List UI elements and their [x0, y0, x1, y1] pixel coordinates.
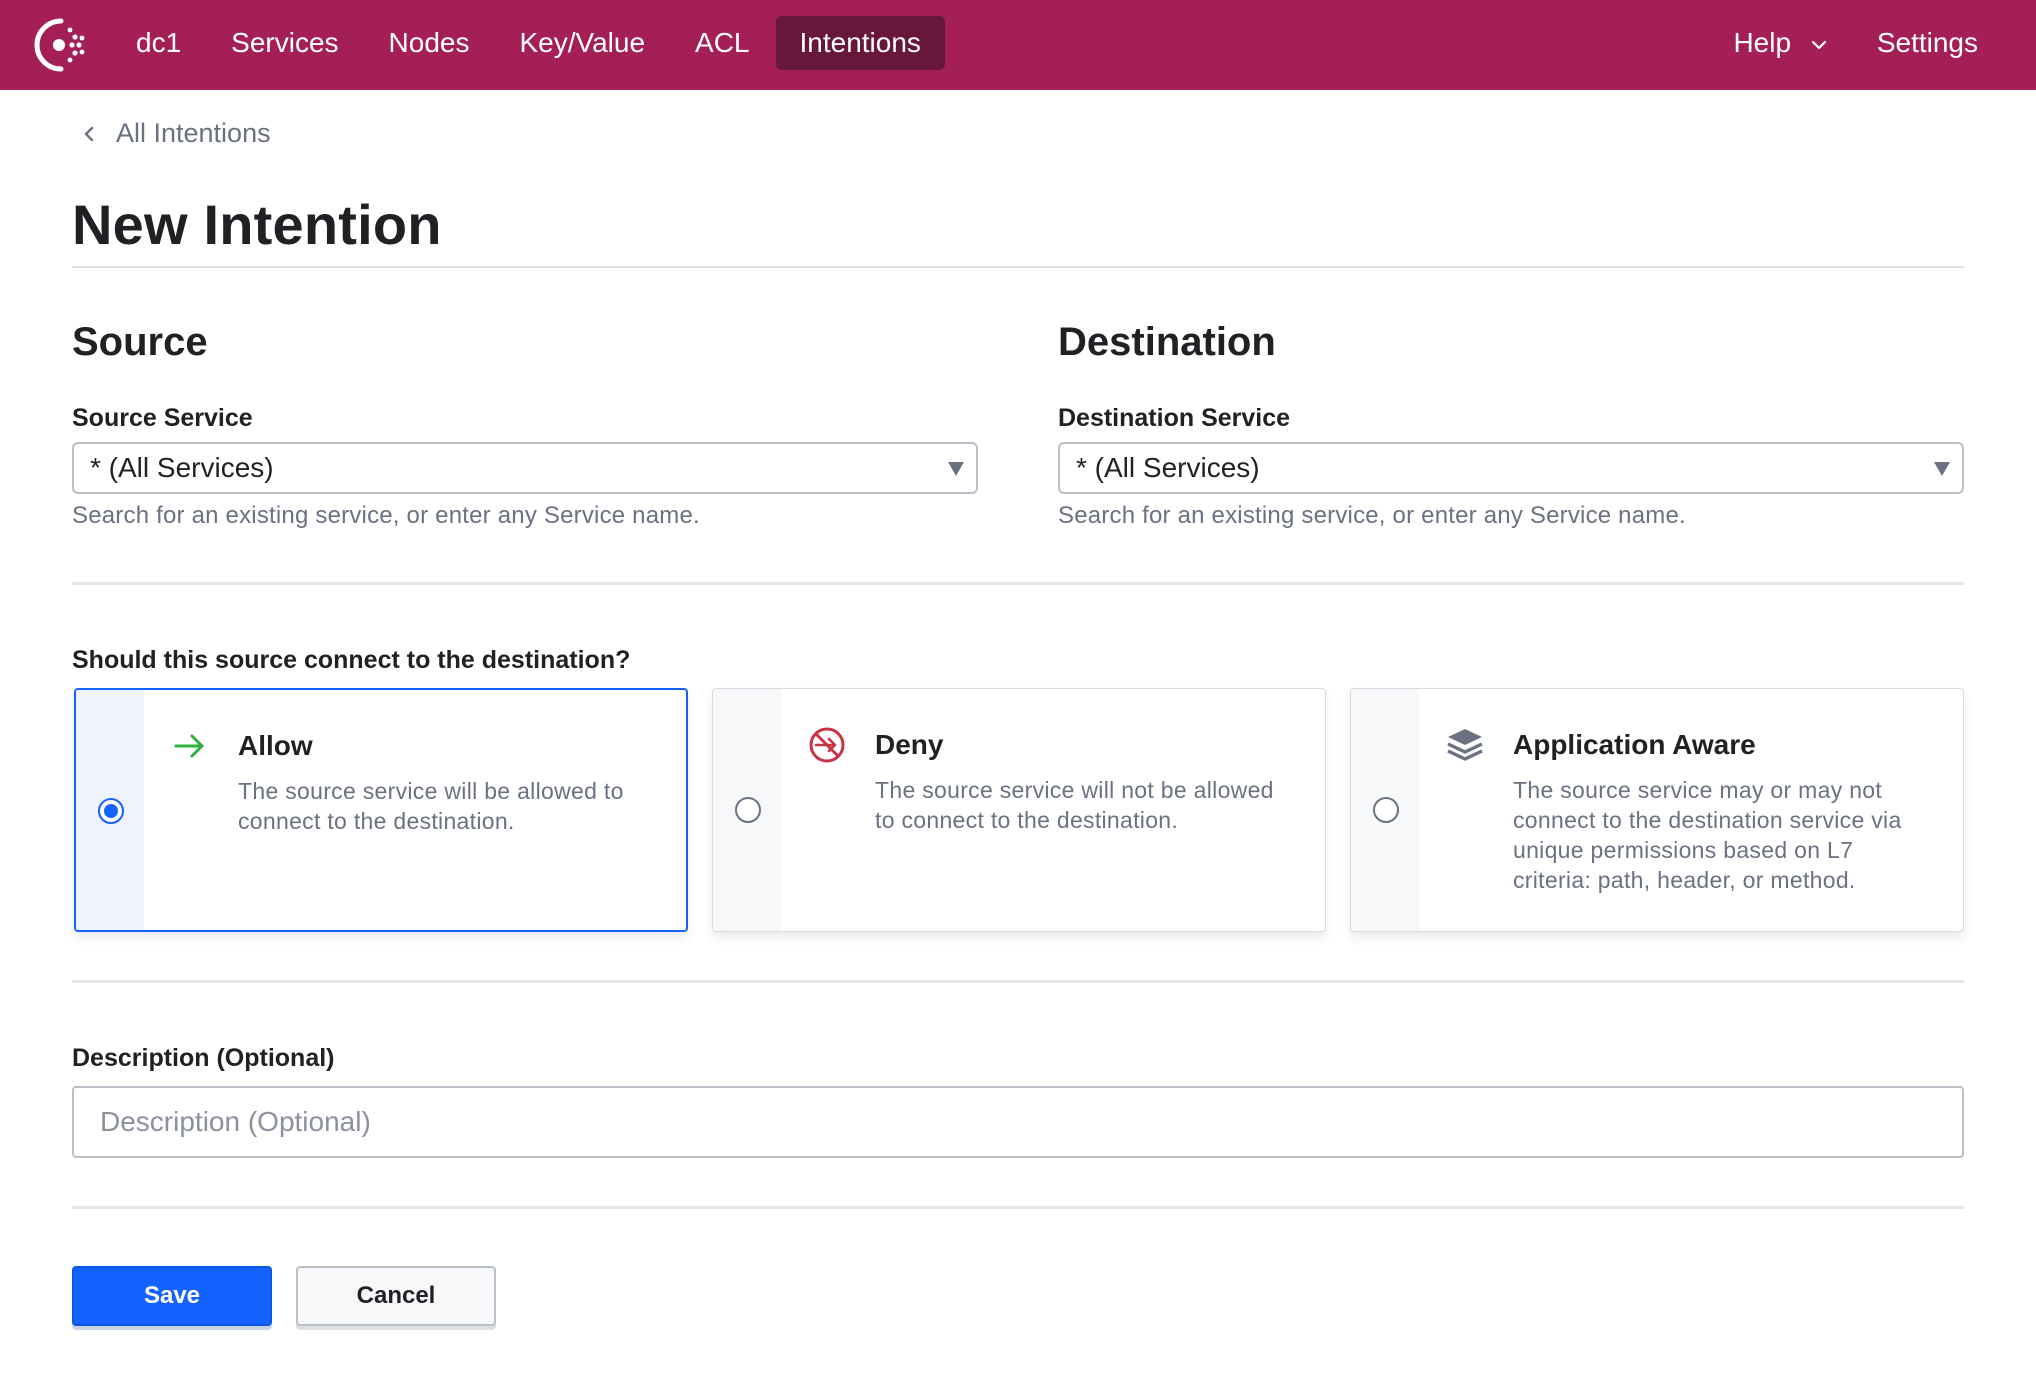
nav-help-label: Help [1733, 27, 1792, 58]
dropdown-caret-icon [1934, 462, 1950, 476]
nav-datacenter[interactable]: dc1 [112, 16, 205, 70]
section-divider [72, 1206, 1964, 1209]
destination-service-help: Search for an existing service, or enter… [1058, 502, 1686, 529]
nav-key-value[interactable]: Key/Value [495, 16, 669, 70]
chevron-down-icon [1811, 40, 1826, 49]
nav-services[interactable]: Services [207, 16, 362, 70]
title-divider [72, 266, 1964, 268]
application-aware-description: The source service may or may not connec… [1513, 777, 1902, 893]
nav-acl[interactable]: ACL [671, 16, 773, 70]
radio-column [1351, 689, 1419, 931]
section-divider [72, 980, 1964, 983]
deny-title: Deny [875, 729, 944, 760]
destination-service-value: * (All Services) [1076, 452, 1260, 483]
source-service-value: * (All Services) [90, 452, 274, 483]
chevron-left-icon [84, 126, 94, 141]
dropdown-caret-icon [948, 462, 964, 476]
nav-settings[interactable]: Settings [1853, 16, 2002, 70]
allow-title: Allow [238, 730, 313, 761]
allow-description: The source service will be allowed to co… [238, 778, 624, 834]
destination-service-label: Destination Service [1058, 404, 1291, 432]
page-title: New Intention [72, 193, 442, 256]
nav-nodes[interactable]: Nodes [365, 16, 494, 70]
section-divider [72, 582, 1964, 585]
description-label: Description (Optional) [72, 1044, 335, 1072]
destination-service-select[interactable]: * (All Services) [1058, 442, 1964, 494]
option-allow-card[interactable]: Allow The source service will be allowed… [74, 688, 688, 932]
radio-column [713, 689, 781, 931]
breadcrumb[interactable]: All Intentions [80, 118, 271, 149]
top-navigation: dc1 Services Nodes Key/Value ACL Intenti… [0, 0, 2036, 90]
consul-logo-icon[interactable] [32, 16, 90, 74]
option-deny-card[interactable]: Deny The source service will not be allo… [712, 688, 1326, 932]
source-service-label: Source Service [72, 404, 253, 432]
layers-icon [1447, 729, 1483, 761]
source-heading: Source [72, 320, 208, 364]
cancel-button[interactable]: Cancel [296, 1266, 496, 1326]
application-aware-title: Application Aware [1513, 729, 1756, 760]
description-input[interactable] [72, 1086, 1964, 1158]
breadcrumb-link[interactable]: All Intentions [116, 118, 271, 149]
application-aware-radio[interactable] [1373, 797, 1399, 823]
nav-right: Help Settings [1709, 16, 2004, 70]
destination-heading: Destination [1058, 320, 1276, 364]
deny-description: The source service will not be allowed t… [875, 777, 1274, 833]
save-button[interactable]: Save [72, 1266, 272, 1326]
deny-radio[interactable] [735, 797, 761, 823]
source-service-help: Search for an existing service, or enter… [72, 502, 700, 529]
radio-column [76, 690, 144, 930]
action-question: Should this source connect to the destin… [72, 646, 631, 674]
nav-intentions[interactable]: Intentions [775, 16, 945, 70]
nav-help[interactable]: Help [1709, 16, 1850, 70]
option-application-aware-card[interactable]: Application Aware The source service may… [1350, 688, 1964, 932]
arrow-right-icon [174, 734, 204, 758]
source-service-select[interactable]: * (All Services) [72, 442, 978, 494]
allow-radio[interactable] [98, 798, 124, 824]
main-nav: dc1 Services Nodes Key/Value ACL Intenti… [112, 16, 947, 70]
deny-icon [809, 727, 845, 763]
